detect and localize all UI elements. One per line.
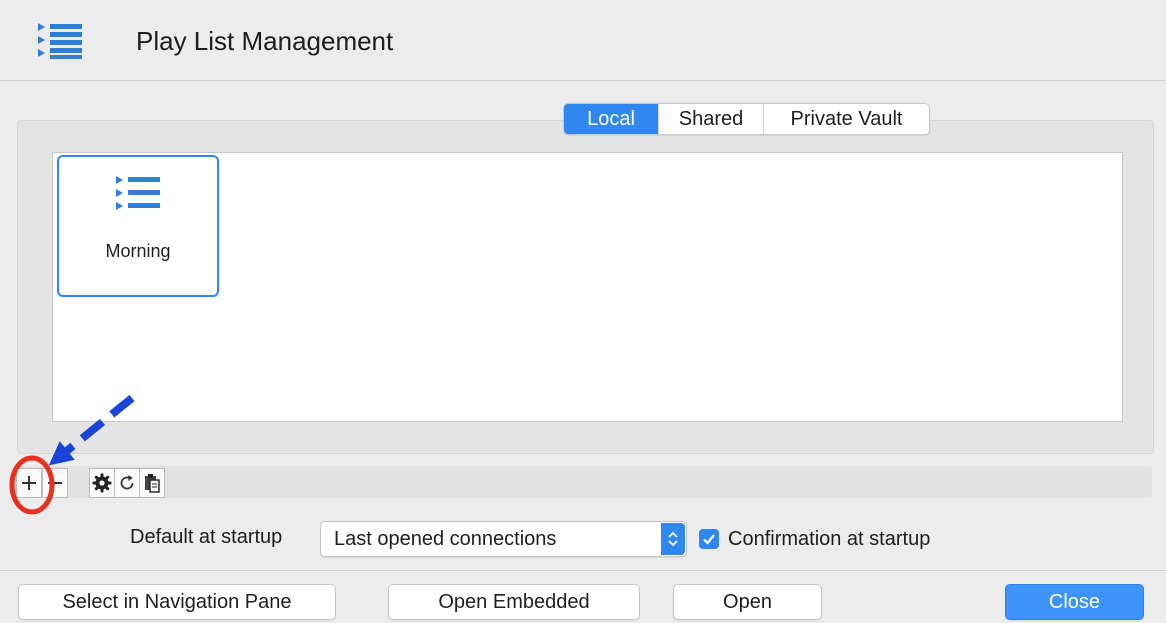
tab-private-vault[interactable]: Private Vault bbox=[763, 104, 929, 134]
chevron-updown-icon bbox=[661, 523, 685, 555]
startup-select-value: Last opened connections bbox=[334, 528, 557, 550]
checkmark-icon bbox=[703, 534, 715, 545]
window-title: Play List Management bbox=[136, 26, 394, 56]
open-embedded-button[interactable]: Open Embedded bbox=[388, 584, 640, 620]
scope-tabs: Local Shared Private Vault bbox=[563, 103, 930, 135]
remove-playlist-button[interactable] bbox=[42, 468, 68, 498]
footer-divider bbox=[0, 570, 1166, 571]
playlist-icon bbox=[116, 176, 160, 210]
playlist-icon bbox=[38, 23, 82, 59]
add-playlist-button[interactable] bbox=[16, 468, 42, 498]
open-button[interactable]: Open bbox=[673, 584, 822, 620]
title-bar: Play List Management bbox=[0, 0, 1166, 81]
minus-icon bbox=[48, 482, 62, 484]
playlist-tile[interactable]: Morning bbox=[57, 155, 219, 297]
playlist-grid[interactable]: Morning bbox=[52, 152, 1123, 422]
default-at-startup-label: Default at startup bbox=[130, 526, 283, 548]
confirmation-label: Confirmation at startup bbox=[728, 528, 931, 550]
gear-icon bbox=[92, 473, 112, 493]
refresh-icon bbox=[120, 475, 134, 490]
tool-strip bbox=[14, 466, 1152, 498]
close-button[interactable]: Close bbox=[1005, 584, 1144, 620]
playlist-tile-label: Morning bbox=[105, 241, 171, 261]
tab-shared[interactable]: Shared bbox=[658, 104, 763, 134]
clipboard-icon bbox=[145, 474, 160, 493]
refresh-button[interactable] bbox=[114, 468, 140, 498]
plus-icon bbox=[22, 476, 36, 490]
paste-button[interactable] bbox=[139, 468, 165, 498]
confirmation-checkbox[interactable] bbox=[699, 529, 719, 549]
select-in-navigation-pane-button[interactable]: Select in Navigation Pane bbox=[18, 584, 336, 620]
startup-select[interactable]: Last opened connections bbox=[320, 521, 687, 557]
settings-button[interactable] bbox=[89, 468, 115, 498]
tab-local[interactable]: Local bbox=[564, 104, 658, 134]
